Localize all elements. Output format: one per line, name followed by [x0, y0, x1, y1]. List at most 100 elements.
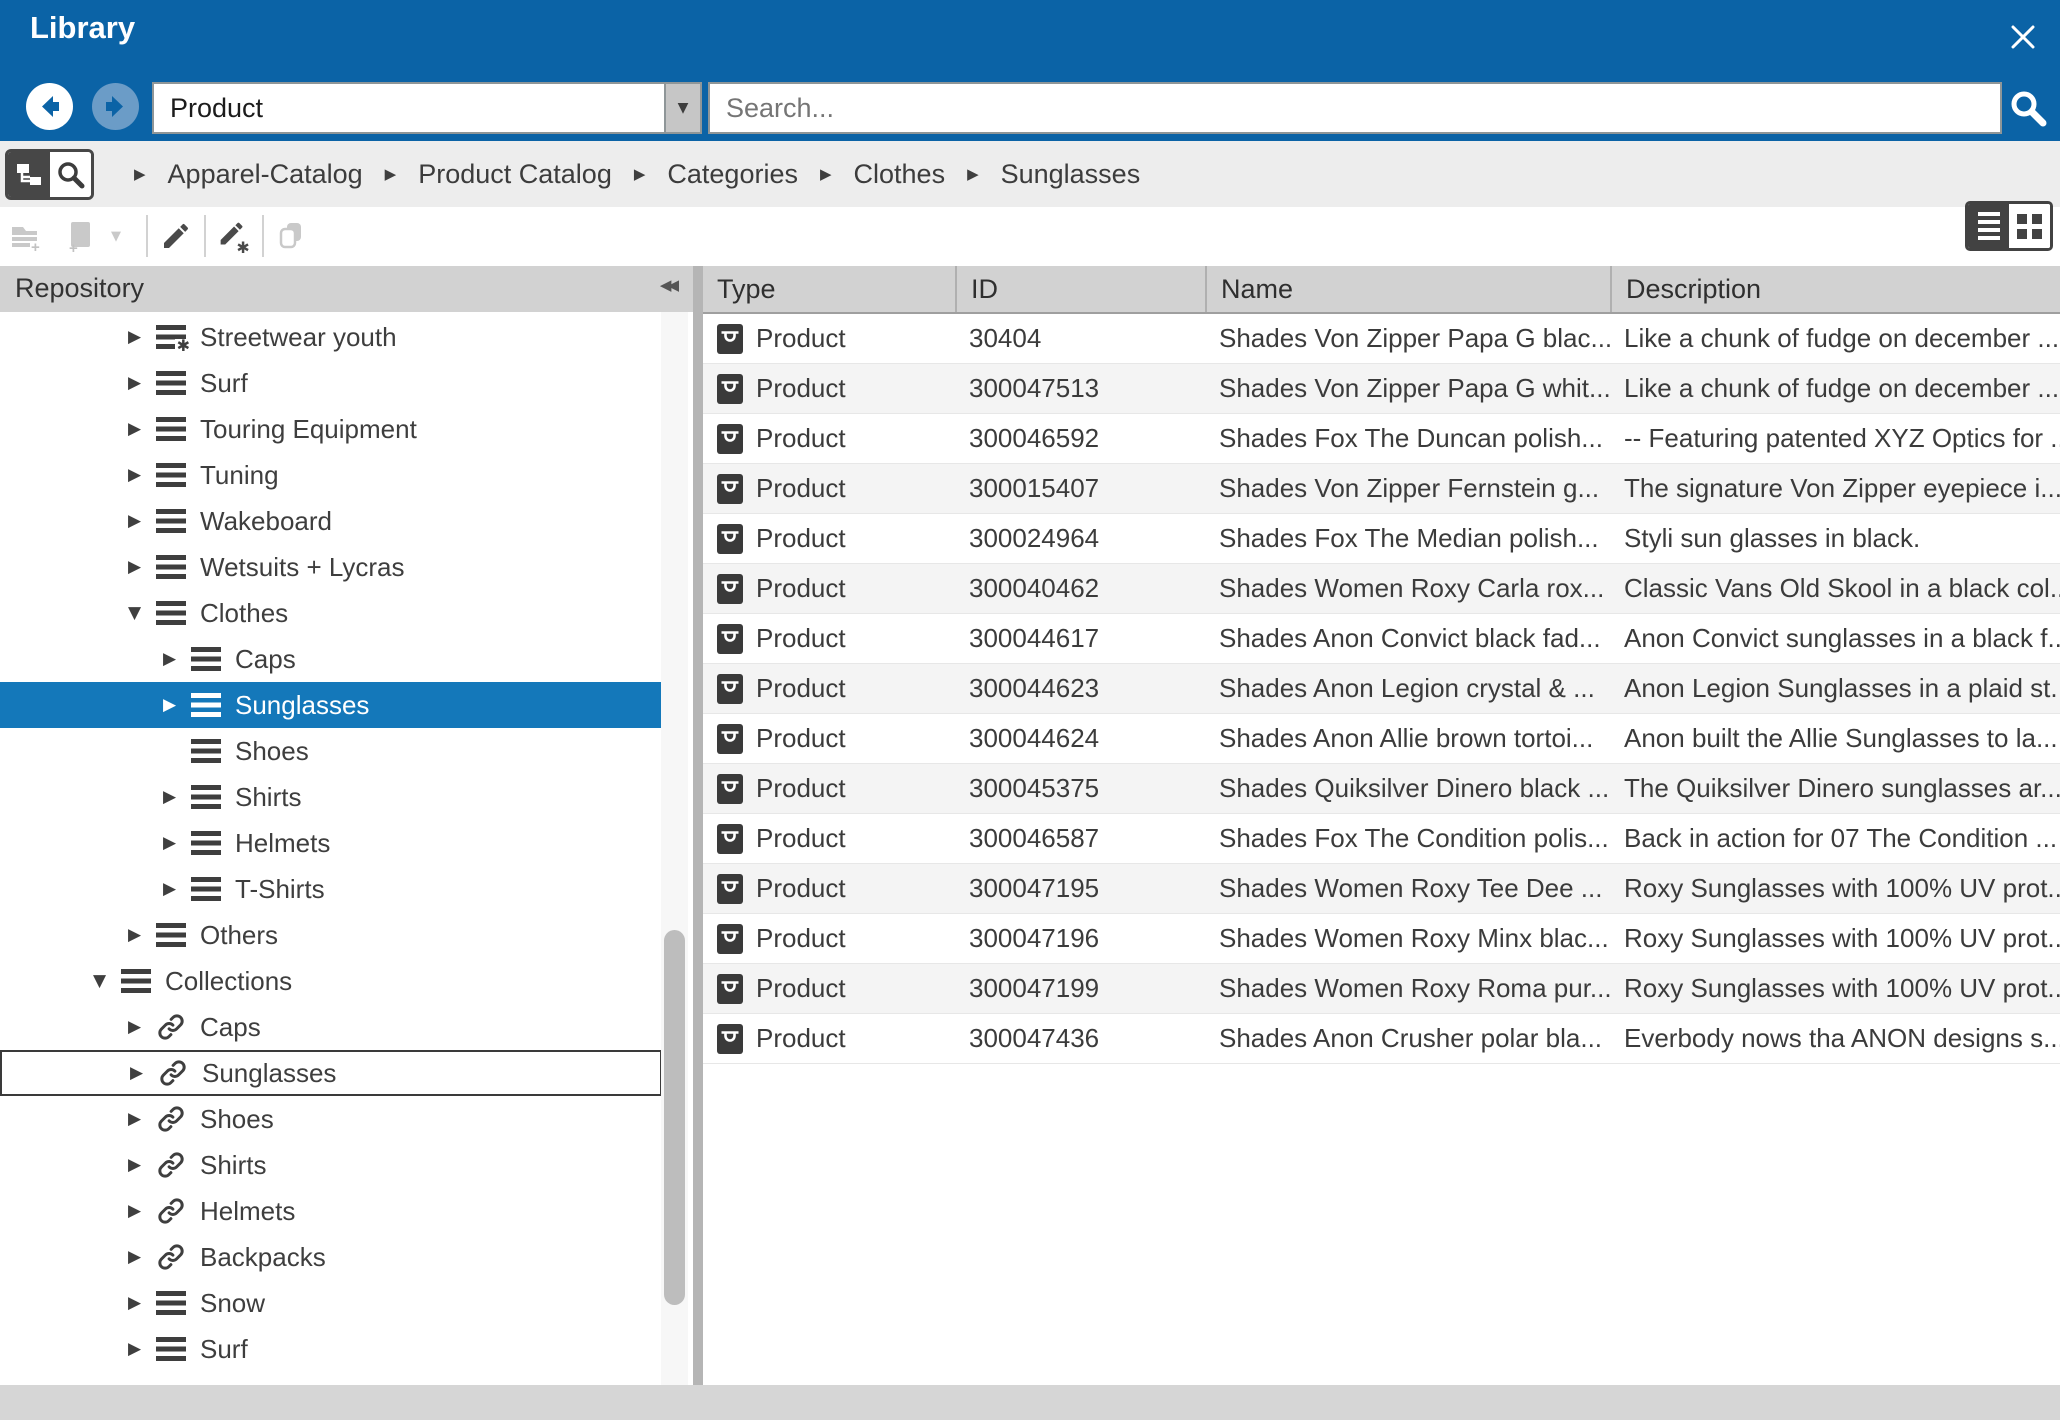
- list-view-button[interactable]: [1968, 204, 2009, 248]
- search-icon[interactable]: [2008, 88, 2048, 128]
- expander-right-icon[interactable]: ▶: [128, 419, 156, 439]
- expander-right-icon[interactable]: ▶: [128, 1201, 156, 1221]
- tree-item-clothes[interactable]: ▼Clothes: [0, 590, 662, 636]
- column-header-name[interactable]: Name: [1205, 266, 1610, 312]
- expander-right-icon[interactable]: ▶: [128, 1339, 156, 1359]
- search-mode-button[interactable]: [50, 152, 92, 197]
- cell-id: 300045375: [955, 773, 1205, 804]
- table-row[interactable]: Product300047195Shades Women Roxy Tee De…: [703, 864, 2060, 914]
- tree-item-shirts[interactable]: ▶ Shirts: [0, 774, 662, 820]
- expander-right-icon[interactable]: ▶: [128, 925, 156, 945]
- expander-down-icon[interactable]: ▼: [93, 971, 121, 991]
- breadcrumb-item[interactable]: Sunglasses: [1001, 159, 1141, 190]
- column-header-id[interactable]: ID: [955, 266, 1205, 312]
- search-input[interactable]: [710, 84, 2000, 132]
- breadcrumb-item[interactable]: Categories: [667, 159, 798, 190]
- tree-item-label: Tuning: [200, 460, 279, 491]
- expander-right-icon[interactable]: ▶: [163, 649, 191, 669]
- breadcrumb-arrow-icon: ▶: [634, 165, 646, 183]
- expander-right-icon[interactable]: ▶: [128, 511, 156, 531]
- expander-right-icon[interactable]: ▶: [163, 879, 191, 899]
- breadcrumb-item[interactable]: Apparel-Catalog: [168, 159, 363, 190]
- table-row[interactable]: Product300046587Shades Fox The Condition…: [703, 814, 2060, 864]
- breadcrumb-arrow-icon: ▶: [820, 165, 832, 183]
- copy-button[interactable]: [274, 217, 310, 255]
- table-row[interactable]: Product300015407Shades Von Zipper Fernst…: [703, 464, 2060, 514]
- product-type-icon: [717, 624, 743, 654]
- expander-right-icon[interactable]: ▶: [128, 1247, 156, 1267]
- expander-right-icon[interactable]: ▶: [128, 465, 156, 485]
- type-label: Product: [756, 873, 846, 904]
- tree-item-streetwear-youth[interactable]: ▶Streetwear youth: [0, 314, 662, 360]
- cell-id: 300044623: [955, 673, 1205, 704]
- table-row[interactable]: Product300046592Shades Fox The Duncan po…: [703, 414, 2060, 464]
- tree-item-collections[interactable]: ▼Collections: [0, 958, 662, 1004]
- tree-scrollbar-track[interactable]: [661, 312, 688, 1385]
- doctype-input[interactable]: [154, 84, 664, 132]
- pencil-star-icon: ✱: [217, 219, 251, 253]
- table-row[interactable]: Product300024964Shades Fox The Median po…: [703, 514, 2060, 564]
- expander-right-icon[interactable]: ▶: [163, 833, 191, 853]
- table-row[interactable]: Product30404Shades Von Zipper Papa G bla…: [703, 314, 2060, 364]
- forward-button[interactable]: [92, 83, 139, 130]
- expander-right-icon[interactable]: ▶: [130, 1063, 158, 1083]
- table-row[interactable]: Product300044624Shades Anon Allie brown …: [703, 714, 2060, 764]
- tree-item-helmets[interactable]: ▶Helmets: [0, 820, 662, 866]
- table-row[interactable]: Product300047513Shades Von Zipper Papa G…: [703, 364, 2060, 414]
- tree-item-label: Surf: [200, 1334, 248, 1365]
- tree-item-others[interactable]: ▶Others: [0, 912, 662, 958]
- expander-right-icon[interactable]: ▶: [128, 373, 156, 393]
- breadcrumb-item[interactable]: Product Catalog: [418, 159, 612, 190]
- expander-right-icon[interactable]: ▶: [128, 1017, 156, 1037]
- column-header-type[interactable]: Type: [703, 266, 955, 312]
- back-button[interactable]: [26, 83, 73, 130]
- expander-right-icon[interactable]: ▶: [128, 1293, 156, 1313]
- new-content-dropdown-button[interactable]: ▼: [104, 217, 128, 255]
- tree-item-sunglasses[interactable]: ▶Sunglasses: [0, 682, 662, 728]
- thumbnail-view-button[interactable]: [2009, 204, 2050, 248]
- doctype-dropdown-button[interactable]: ▼: [664, 84, 700, 132]
- table-row[interactable]: Product300044617Shades Anon Convict blac…: [703, 614, 2060, 664]
- expander-right-icon[interactable]: ▶: [163, 695, 191, 715]
- table-row[interactable]: Product300047199Shades Women Roxy Roma p…: [703, 964, 2060, 1014]
- tree-item-shoes[interactable]: ▶Shoes: [0, 1096, 662, 1142]
- table-row[interactable]: Product300047436Shades Anon Crusher pola…: [703, 1014, 2060, 1064]
- panel-divider[interactable]: [693, 266, 703, 1385]
- new-content-button[interactable]: +: [62, 217, 98, 255]
- tree-mode-button[interactable]: [8, 152, 50, 197]
- tree-item-touring-equipment[interactable]: ▶Touring Equipment: [0, 406, 662, 452]
- column-header-description[interactable]: Description: [1610, 266, 2060, 312]
- tree-item-surf[interactable]: ▶Surf: [0, 360, 662, 406]
- close-icon[interactable]: [2008, 22, 2038, 52]
- expander-right-icon[interactable]: ▶: [128, 1109, 156, 1129]
- expander-right-icon[interactable]: ▶: [128, 557, 156, 577]
- edit-button[interactable]: [158, 217, 194, 255]
- new-folder-button[interactable]: +: [8, 217, 44, 255]
- table-row[interactable]: Product300040462Shades Women Roxy Carla …: [703, 564, 2060, 614]
- table-row[interactable]: Product300045375Shades Quiksilver Dinero…: [703, 764, 2060, 814]
- table-row[interactable]: Product300044623Shades Anon Legion cryst…: [703, 664, 2060, 714]
- edit-with-template-button[interactable]: ✱: [216, 217, 252, 255]
- tree-item-wetsuits-lycras[interactable]: ▶Wetsuits + Lycras: [0, 544, 662, 590]
- tree-item-caps[interactable]: ▶Caps: [0, 636, 662, 682]
- collapse-panel-icon[interactable]: ◀◀: [660, 276, 675, 294]
- expander-down-icon[interactable]: ▼: [128, 603, 156, 623]
- tree-item-surf[interactable]: ▶ Surf: [0, 1326, 662, 1372]
- tree-item-snow[interactable]: ▶Snow: [0, 1280, 662, 1326]
- tree-item-tuning[interactable]: ▶ Tuning: [0, 452, 662, 498]
- expander-right-icon[interactable]: ▶: [163, 787, 191, 807]
- expander-right-icon[interactable]: ▶: [128, 327, 156, 347]
- tree-item-shoes[interactable]: ▶Shoes: [0, 728, 662, 774]
- tree-item-helmets[interactable]: ▶Helmets: [0, 1188, 662, 1234]
- tree-item-caps[interactable]: ▶Caps: [0, 1004, 662, 1050]
- tree-item-wakeboard[interactable]: ▶Wakeboard: [0, 498, 662, 544]
- expander-right-icon[interactable]: ▶: [128, 1155, 156, 1175]
- tree-item-shirts[interactable]: ▶Shirts: [0, 1142, 662, 1188]
- tree-item-sunglasses[interactable]: ▶Sunglasses: [0, 1050, 662, 1096]
- tree-item-label: Shirts: [235, 782, 301, 813]
- tree-scrollbar-thumb[interactable]: [664, 930, 685, 1305]
- tree-item-backpacks[interactable]: ▶Backpacks: [0, 1234, 662, 1280]
- tree-item-t-shirts[interactable]: ▶T-Shirts: [0, 866, 662, 912]
- breadcrumb-item[interactable]: Clothes: [854, 159, 946, 190]
- table-row[interactable]: Product300047196Shades Women Roxy Minx b…: [703, 914, 2060, 964]
